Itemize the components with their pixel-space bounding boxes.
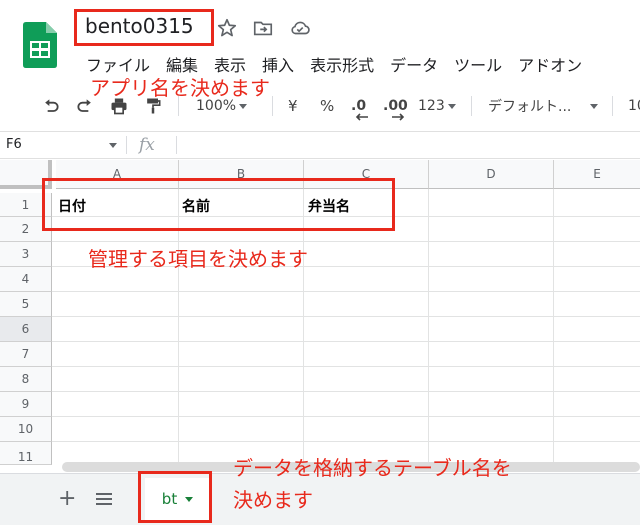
grid-line [52,441,640,442]
zoom-select[interactable]: 100% [196,86,248,126]
annotation-table-line1: データを格納するテーブル名を [233,456,512,480]
fx-icon: fx [139,135,155,155]
row-header-4[interactable]: 4 [0,267,52,292]
font-select[interactable]: デフォルト... [488,86,598,126]
arrow-left-icon [355,113,368,121]
row-header-5[interactable]: 5 [0,292,52,317]
grid-line [52,291,640,292]
grid-line [52,241,640,242]
currency-button[interactable]: ¥ [288,86,298,126]
arrow-right-icon [392,113,405,121]
undo-icon[interactable] [40,96,62,116]
toolbar-divider [612,96,613,116]
row-header-8[interactable]: 8 [0,367,52,392]
percent-button[interactable]: % [320,86,334,126]
formula-divider [126,136,127,154]
toolbar-divider [471,96,472,116]
grid-line [52,341,640,342]
highlight-sheet-tab-box [138,471,212,523]
more-formats-label: 123 [418,98,445,114]
grid-line [52,366,640,367]
name-box[interactable]: F6 [6,137,22,152]
formula-bar: F6 fx [0,131,640,159]
more-formats-select[interactable]: 123 [418,86,456,126]
font-label: デフォルト... [488,99,572,115]
column-header-d[interactable]: D [429,160,554,189]
row-header-7[interactable]: 7 [0,342,52,367]
grid-line [52,416,640,417]
highlight-app-name-box [74,9,214,46]
row-header-10[interactable]: 10 [0,417,52,442]
row-header-3[interactable]: 3 [0,242,52,267]
print-icon[interactable] [108,96,130,116]
decrease-decimal-button[interactable]: .0 [351,86,368,126]
row-header-6[interactable]: 6 [0,317,52,342]
redo-icon[interactable] [74,96,96,116]
annotation-table-line2: 決めます [233,488,313,512]
toolbar-divider [178,96,179,116]
zoom-value: 100% [196,98,237,114]
row-header-9[interactable]: 9 [0,392,52,417]
menu-data[interactable]: データ [390,52,438,76]
formula-input[interactable] [182,134,632,156]
add-sheet-button[interactable]: + [58,486,76,511]
toolbar-divider [272,96,273,116]
menu-addons[interactable]: アドオン [518,52,582,76]
menu-format[interactable]: 表示形式 [310,52,374,76]
increase-decimal-label: .00 [383,98,408,114]
menu-tools[interactable]: ツール [454,52,502,76]
grid-line [428,189,429,465]
all-sheets-list-icon[interactable] [95,491,113,507]
sheets-logo-icon[interactable] [23,22,57,68]
grid-line [553,189,554,465]
chevron-down-icon [239,103,248,109]
star-icon[interactable] [216,17,238,39]
grid-line [52,316,640,317]
chevron-down-icon [447,103,456,109]
chevron-down-icon [590,103,598,109]
move-folder-icon[interactable] [252,17,274,39]
increase-decimal-button[interactable]: .00 [383,86,408,126]
highlight-fields-box [42,178,395,231]
toolbar: 100% ¥ % .0 .00 123 デフォルト... 10 [0,86,640,126]
grid-line [52,391,640,392]
formula-divider [176,136,177,154]
annotation-fields: 管理する項目を決めます [88,247,308,271]
paint-format-icon[interactable] [142,96,164,116]
decrease-decimal-label: .0 [351,98,367,114]
cloud-saved-icon[interactable] [289,17,311,39]
row-header-11[interactable]: 11 [0,442,52,465]
column-header-e[interactable]: E [554,160,640,189]
font-size-input[interactable]: 10 [628,86,640,126]
chevron-down-icon[interactable] [109,143,117,148]
